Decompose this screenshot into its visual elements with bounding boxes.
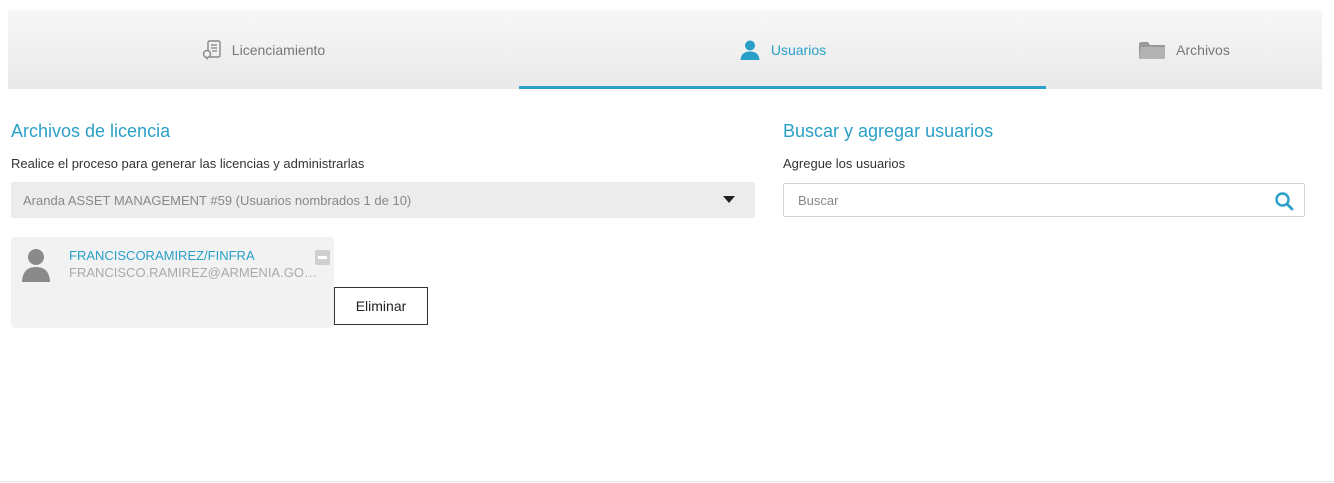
chevron-down-icon bbox=[723, 196, 735, 203]
search-icon[interactable] bbox=[1274, 191, 1294, 216]
license-files-subtitle: Realice el proceso para generar las lice… bbox=[11, 156, 365, 171]
tab-usuarios[interactable]: Usuarios bbox=[519, 10, 1046, 89]
avatar bbox=[21, 247, 51, 288]
license-files-title: Archivos de licencia bbox=[11, 121, 171, 141]
tab-licenciamiento[interactable]: Licenciamiento bbox=[8, 10, 519, 89]
user-card: FRANCISCORAMIREZ/FINFRA FRANCISCO.RAMIRE… bbox=[11, 237, 334, 328]
license-file-icon bbox=[202, 39, 222, 60]
tooltip: Eliminar bbox=[334, 287, 428, 325]
minus-icon bbox=[318, 256, 327, 259]
tab-label: Licenciamiento bbox=[231, 41, 326, 58]
tab-bar: Licenciamiento Usuarios Archivos bbox=[8, 10, 1322, 89]
search-box bbox=[783, 183, 1305, 217]
search-input[interactable] bbox=[798, 192, 1258, 208]
search-users-subtitle: Agregue los usuarios bbox=[783, 156, 906, 171]
remove-user-button[interactable] bbox=[315, 250, 330, 265]
divider bbox=[0, 481, 1334, 482]
tab-label: Archivos bbox=[1176, 41, 1230, 58]
tab-label: Usuarios bbox=[770, 41, 827, 58]
search-users-title: Buscar y agregar usuarios bbox=[783, 121, 994, 141]
tab-archivos[interactable]: Archivos bbox=[1046, 10, 1322, 89]
license-select-value: Aranda ASSET MANAGEMENT #59 (Usuarios no… bbox=[23, 192, 412, 208]
user-name[interactable]: FRANCISCORAMIREZ/FINFRA bbox=[69, 248, 255, 263]
folder-icon bbox=[1138, 39, 1166, 61]
user-icon bbox=[739, 39, 761, 61]
license-select[interactable]: Aranda ASSET MANAGEMENT #59 (Usuarios no… bbox=[11, 182, 755, 218]
user-email: FRANCISCO.RAMIREZ@ARMENIA.GOV.CO bbox=[69, 265, 324, 280]
